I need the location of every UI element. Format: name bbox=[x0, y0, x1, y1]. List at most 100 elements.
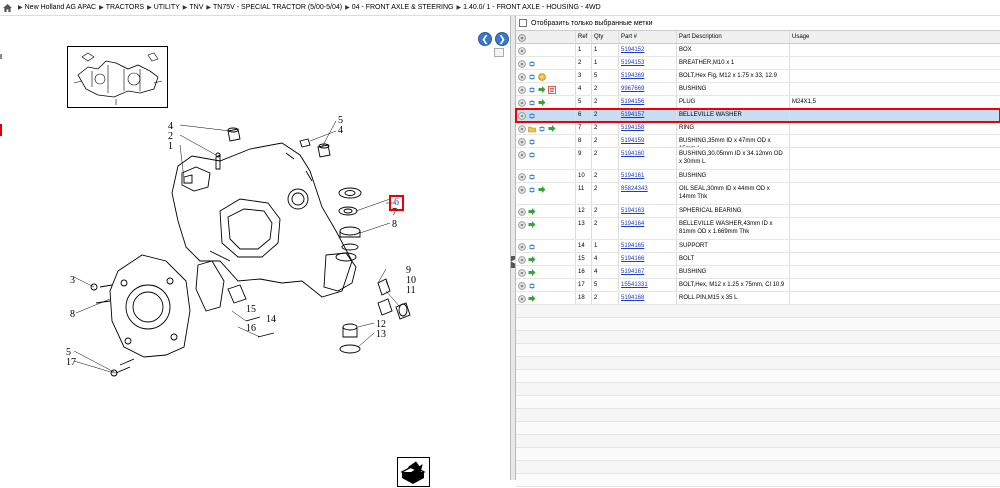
callout-highlight[interactable]: 6 bbox=[389, 195, 404, 211]
part-number-link[interactable]: 5194165 bbox=[621, 243, 644, 249]
arrow-right-icon[interactable] bbox=[528, 256, 536, 264]
table-row-selected[interactable]: 6 2 5194157 BELLEVILLE WASHER bbox=[515, 108, 1000, 123]
part-number-link[interactable]: 5194161 bbox=[621, 173, 644, 179]
callout[interactable]: 11 bbox=[406, 285, 416, 296]
part-number-link[interactable]: 5194159 bbox=[621, 138, 644, 144]
gear-icon[interactable] bbox=[518, 221, 526, 229]
gear-icon[interactable] bbox=[518, 73, 526, 81]
gear-icon[interactable] bbox=[518, 282, 526, 290]
arrow-right-icon[interactable] bbox=[538, 99, 546, 107]
callout[interactable]: 8 bbox=[392, 219, 397, 230]
show-selected-label[interactable]: Отобразить только выбранные метки bbox=[531, 20, 652, 27]
substitute-icon[interactable] bbox=[528, 151, 536, 159]
part-number-link[interactable]: 5194153 bbox=[621, 60, 644, 66]
table-row[interactable]: 12 2 5194163 SPHERICAL BEARING bbox=[516, 205, 1000, 218]
table-row[interactable]: 14 1 5194165 SUPPORT bbox=[516, 240, 1000, 253]
substitute-icon[interactable] bbox=[538, 125, 546, 133]
part-number-link[interactable]: 5194163 bbox=[621, 208, 644, 214]
column-header-usage[interactable]: Usage bbox=[790, 31, 1000, 43]
arrow-right-icon[interactable] bbox=[528, 208, 536, 216]
substitute-icon[interactable] bbox=[528, 173, 536, 181]
arrow-right-icon[interactable] bbox=[528, 221, 536, 229]
gear-icon[interactable] bbox=[518, 151, 526, 159]
part-number-link[interactable]: 9967669 bbox=[621, 86, 644, 92]
part-number-link[interactable]: 85824343 bbox=[621, 186, 648, 192]
table-row[interactable]: 18 2 5194168 ROLL PIN,M15 x 35 L bbox=[516, 292, 1000, 305]
part-number-link[interactable]: 5194369 bbox=[621, 73, 644, 79]
gear-icon[interactable] bbox=[518, 125, 526, 133]
callout[interactable]: 17 bbox=[66, 357, 76, 368]
part-number-link[interactable]: 5194156 bbox=[621, 99, 644, 105]
gear-icon[interactable] bbox=[518, 243, 526, 251]
gear-icon[interactable] bbox=[518, 47, 526, 55]
breadcrumb-item[interactable]: New Holland AG APAC bbox=[25, 4, 96, 11]
breadcrumb-item[interactable]: TRACTORS bbox=[106, 4, 144, 11]
callout[interactable]: 4 bbox=[338, 125, 343, 136]
gear-icon[interactable] bbox=[518, 295, 526, 303]
part-number-link[interactable]: 5194164 bbox=[621, 221, 644, 227]
scroll-button[interactable] bbox=[494, 48, 504, 57]
table-row[interactable]: 8 2 5194159 BUSHING,35mm ID x 47mm OD x 15m… bbox=[516, 135, 1000, 148]
table-row[interactable]: 9 2 5194160 BUSHING,30.05mm ID x 34.12mm OD… bbox=[516, 148, 1000, 170]
part-number-link[interactable]: 15541331 bbox=[621, 282, 648, 288]
gear-icon[interactable] bbox=[518, 208, 526, 216]
price-icon[interactable] bbox=[538, 73, 546, 81]
column-header-part[interactable]: Part # bbox=[619, 31, 677, 43]
column-header-qty[interactable]: Qty bbox=[592, 31, 619, 43]
callout[interactable]: 15 bbox=[246, 304, 256, 315]
show-selected-checkbox[interactable] bbox=[519, 19, 527, 27]
part-number-link[interactable]: 5194168 bbox=[621, 295, 644, 301]
table-row[interactable]: 3 5 5194369 BOLT,Hex Flg, M12 x 1.75 x 33, … bbox=[516, 70, 1000, 83]
breadcrumb-item[interactable]: TNV bbox=[189, 4, 203, 11]
substitute-icon[interactable] bbox=[528, 60, 536, 68]
part-number-link[interactable]: 5194160 bbox=[621, 151, 644, 157]
callout[interactable]: 3 bbox=[70, 275, 75, 286]
substitute-icon[interactable] bbox=[528, 86, 536, 94]
arrow-right-icon[interactable] bbox=[528, 295, 536, 303]
list-icon[interactable] bbox=[548, 86, 556, 94]
table-row[interactable]: 13 2 5194164 BELLEVILLE WASHER,43mm ID x 81… bbox=[516, 218, 1000, 240]
gear-icon[interactable] bbox=[518, 112, 526, 120]
gear-icon[interactable] bbox=[518, 86, 526, 94]
substitute-icon[interactable] bbox=[528, 186, 536, 194]
substitute-icon[interactable] bbox=[528, 282, 536, 290]
table-row[interactable]: 2 1 5194153 BREATHER,M10 x 1 bbox=[516, 57, 1000, 70]
gear-icon[interactable] bbox=[518, 60, 526, 68]
arrow-right-icon[interactable] bbox=[528, 269, 536, 277]
diagram-thumbnail[interactable] bbox=[67, 46, 168, 108]
navigate-icon[interactable] bbox=[397, 457, 430, 487]
callout[interactable]: 1 bbox=[168, 141, 173, 152]
part-number-link[interactable]: 5194158 bbox=[621, 125, 644, 131]
table-row[interactable]: 7 2 5194158 RING bbox=[516, 122, 1000, 135]
breadcrumb-item[interactable]: UTILITY bbox=[154, 4, 180, 11]
callout[interactable]: 13 bbox=[376, 329, 386, 340]
breadcrumb-item[interactable]: 04 - FRONT AXLE & STEERING bbox=[352, 4, 454, 11]
table-row[interactable]: 1 1 5194152 BOX bbox=[516, 44, 1000, 57]
gear-icon[interactable] bbox=[518, 269, 526, 277]
part-number-link[interactable]: 5194166 bbox=[621, 256, 644, 262]
callout[interactable]: 8 bbox=[70, 309, 75, 320]
gear-icon[interactable] bbox=[518, 186, 526, 194]
table-row[interactable]: 16 4 5194167 BUSHING bbox=[516, 266, 1000, 279]
substitute-icon[interactable] bbox=[528, 73, 536, 81]
breadcrumb-item[interactable]: TN75V - SPECIAL TRACTOR (5/00-5/04) bbox=[213, 4, 342, 11]
part-number-link[interactable]: 5194167 bbox=[621, 269, 644, 275]
gear-icon[interactable] bbox=[518, 99, 526, 107]
table-row[interactable]: 15 4 5194166 BOLT bbox=[516, 253, 1000, 266]
column-header-description[interactable]: Part Description bbox=[677, 31, 790, 43]
callout[interactable]: 14 bbox=[266, 314, 276, 325]
gear-icon[interactable] bbox=[518, 173, 526, 181]
collapse-handle[interactable]: ◀ bbox=[511, 256, 516, 268]
home-icon[interactable] bbox=[3, 3, 12, 12]
table-row[interactable]: 4 2 9967669 BUSHING bbox=[516, 83, 1000, 96]
gear-icon[interactable] bbox=[518, 256, 526, 264]
arrow-right-icon[interactable] bbox=[538, 186, 546, 194]
next-page-button[interactable]: ❯ bbox=[495, 32, 509, 46]
gear-icon[interactable] bbox=[518, 138, 526, 146]
settings-icon[interactable] bbox=[518, 34, 526, 42]
part-number-link[interactable]: 5194152 bbox=[621, 47, 644, 53]
previous-page-button[interactable]: ❮ bbox=[478, 32, 492, 46]
arrow-right-icon[interactable] bbox=[538, 86, 546, 94]
substitute-icon[interactable] bbox=[528, 112, 536, 120]
table-row[interactable]: 5 2 5194156 PLUG M24X1,5 bbox=[516, 96, 1000, 109]
